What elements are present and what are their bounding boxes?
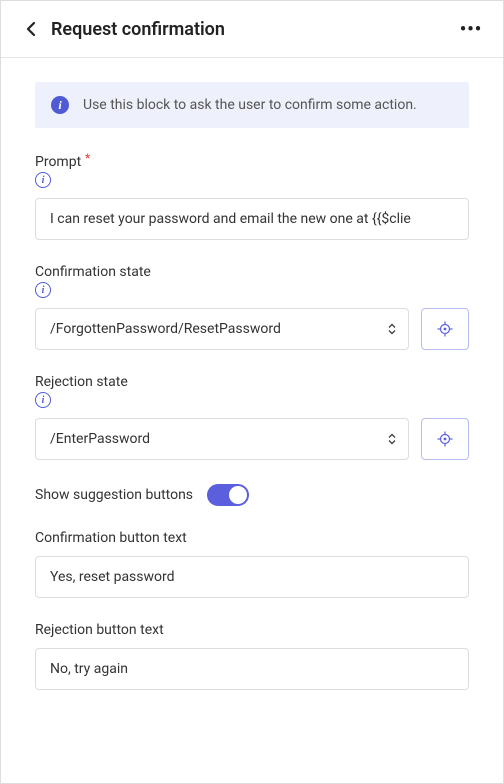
confirm-button-text-input[interactable]: Yes, reset password <box>35 556 469 598</box>
confirmation-state-select[interactable]: /ForgottenPassword/ResetPassword <box>35 308 409 350</box>
panel-header: Request confirmation ••• <box>1 1 503 58</box>
crosshair-icon <box>437 321 453 337</box>
toggle-knob <box>229 486 247 504</box>
reject-button-text-input[interactable]: No, try again <box>35 648 469 690</box>
show-suggestion-label: Show suggestion buttons <box>35 487 193 503</box>
confirm-button-text-label: Confirmation button text <box>35 530 187 546</box>
confirmation-state-label: Confirmation state <box>35 264 151 280</box>
more-menu-button[interactable]: ••• <box>457 15 485 43</box>
rejection-state-field: Rejection state i /EnterPassword <box>35 374 469 460</box>
confirmation-state-field: Confirmation state i /ForgottenPassword/… <box>35 264 469 350</box>
show-suggestion-row: Show suggestion buttons <box>35 484 469 506</box>
help-icon[interactable]: i <box>35 392 51 408</box>
show-suggestion-toggle[interactable] <box>207 484 249 506</box>
prompt-field: Prompt * i I can reset your password and… <box>35 154 469 240</box>
reject-button-text-field: Rejection button text No, try again <box>35 622 469 690</box>
rejection-state-target-button[interactable] <box>421 418 469 460</box>
info-banner-text: Use this block to ask the user to confir… <box>83 97 417 113</box>
page-title: Request confirmation <box>51 19 457 40</box>
rejection-state-value: /EnterPassword <box>50 431 150 447</box>
reject-button-text-label: Rejection button text <box>35 622 164 638</box>
config-panel: Request confirmation ••• i Use this bloc… <box>0 0 504 784</box>
info-icon: i <box>51 96 69 114</box>
help-icon[interactable]: i <box>35 172 51 188</box>
panel-body: i Use this block to ask the user to conf… <box>1 58 503 783</box>
select-chevrons-icon <box>388 324 396 335</box>
crosshair-icon <box>437 431 453 447</box>
confirm-button-text-field: Confirmation button text Yes, reset pass… <box>35 530 469 598</box>
confirmation-state-value: /ForgottenPassword/ResetPassword <box>50 321 281 337</box>
prompt-input[interactable]: I can reset your password and email the … <box>35 198 469 240</box>
rejection-state-select[interactable]: /EnterPassword <box>35 418 409 460</box>
info-banner: i Use this block to ask the user to conf… <box>35 82 469 128</box>
help-icon[interactable]: i <box>35 282 51 298</box>
rejection-state-label: Rejection state <box>35 374 128 390</box>
prompt-input-value: I can reset your password and email the … <box>50 211 411 227</box>
confirm-button-text-value: Yes, reset password <box>50 569 175 585</box>
chevron-left-icon <box>26 21 36 37</box>
select-chevrons-icon <box>388 434 396 445</box>
confirmation-state-target-button[interactable] <box>421 308 469 350</box>
more-horizontal-icon: ••• <box>460 19 482 40</box>
reject-button-text-value: No, try again <box>50 661 128 677</box>
required-asterisk: * <box>85 151 90 165</box>
prompt-label: Prompt <box>35 154 81 170</box>
back-button[interactable] <box>19 17 43 41</box>
